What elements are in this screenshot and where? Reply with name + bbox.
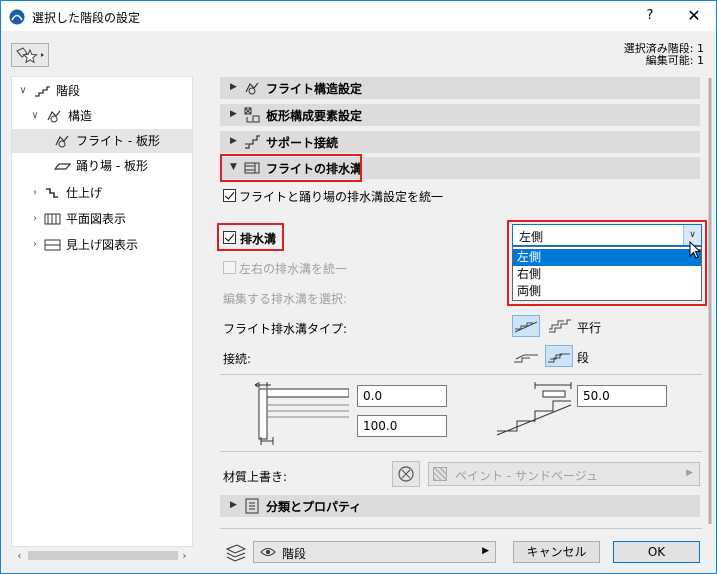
scroll-left-arrow[interactable]: ‹ — [11, 547, 28, 564]
stair-icon — [35, 86, 50, 97]
close-button[interactable]: ✕ — [671, 1, 717, 31]
tree-item-landing-panel[interactable]: 踊り場 - 板形 — [12, 154, 192, 178]
collapsed-arrow-icon: ▶ — [230, 136, 237, 146]
window-title: 選択した階段の設定 — [32, 11, 141, 25]
divider — [220, 451, 702, 452]
drain-type-option-label: 平行 — [577, 321, 602, 335]
structure-icon — [47, 110, 61, 123]
material-select[interactable]: ペイント - サンドベージュ ▶ — [428, 462, 700, 486]
help-button[interactable]: ? — [627, 1, 673, 31]
expand-icon[interactable]: ∨ — [30, 104, 40, 128]
unify-lr-label: 左右の排水溝を統一 — [239, 262, 348, 276]
layer-value: 階段 — [282, 547, 307, 561]
drain-type-label: フライト排水溝タイプ: — [223, 322, 348, 336]
vertical-scrollbar[interactable] — [706, 76, 714, 526]
cancel-button[interactable]: キャンセル — [513, 541, 600, 563]
eye-icon — [260, 548, 276, 556]
tree-item-finish[interactable]: › 仕上げ — [12, 181, 192, 205]
drain-width-input[interactable]: 0.0 — [357, 385, 447, 407]
expand-icon[interactable]: › — [30, 233, 40, 257]
favorites-star-icon — [16, 47, 44, 64]
material-icon — [398, 466, 414, 482]
section-label: 板形構成要素設定 — [266, 109, 363, 123]
divider — [220, 374, 702, 375]
flight-icon — [55, 135, 69, 148]
section-classification[interactable]: ▶ 分類とプロパティ — [220, 495, 700, 517]
material-override-button[interactable] — [392, 461, 420, 487]
tree-item-structure[interactable]: ∨ 構造 — [12, 104, 192, 128]
tree-item-label: 仕上げ — [66, 186, 103, 200]
highlight-box — [220, 154, 362, 182]
material-value: ペイント - サンドベージュ — [455, 469, 598, 483]
selection-info: 選択済み階段: 1 編集可能: 1 — [624, 43, 704, 65]
divider — [220, 528, 702, 529]
title-bar: 選択した階段の設定 ? ✕ — [1, 1, 716, 31]
scroll-right-arrow[interactable]: › — [176, 547, 193, 564]
tree-item-ceiling-display[interactable]: › 見上げ図表示 — [12, 233, 192, 257]
unify-drain-label: フライトと踊り場の排水溝設定を統一 — [239, 190, 444, 204]
editable-count: 編集可能: 1 — [645, 54, 704, 66]
scroll-thumb[interactable] — [28, 551, 178, 560]
landing-icon — [54, 163, 71, 170]
plan-display-icon — [44, 213, 61, 225]
material-label: 材質上書き: — [223, 470, 288, 484]
drain-offset-input[interactable]: 50.0 — [577, 385, 667, 407]
collapsed-arrow-icon: ▶ — [230, 500, 237, 510]
tree-item-label: フライト - 板形 — [76, 134, 160, 148]
settings-tree: ∨ 階段 ∨ 構造 フライト - 板形 踊り場 - 板形 › 仕上げ › 平面図… — [11, 76, 193, 547]
drain-offset-diagram — [496, 382, 572, 436]
tree-item-label: 構造 — [68, 109, 93, 123]
expand-icon[interactable]: › — [30, 207, 40, 231]
collapsed-arrow-icon: ▶ — [230, 109, 237, 119]
section-support[interactable]: ▶ サポート接続 — [220, 131, 700, 153]
tree-item-label: 見上げ図表示 — [66, 238, 139, 252]
section-label: サポート接続 — [266, 136, 339, 150]
section-label: 分類とプロパティ — [266, 500, 362, 514]
tree-item-label: 平面図表示 — [66, 212, 127, 226]
settings-dialog: 選択した階段の設定 ? ✕ 選択済み階段: 1 編集可能: 1 ∨ 階段 ∨ 構… — [0, 0, 717, 574]
section-panel-elements[interactable]: ▶ 板形構成要素設定 — [220, 104, 700, 126]
connection-step-button[interactable] — [545, 345, 573, 367]
tree-item-plan-display[interactable]: › 平面図表示 — [12, 207, 192, 231]
drain-depth-input[interactable]: 100.0 — [357, 415, 447, 437]
layers-icon — [225, 544, 247, 562]
support-icon — [245, 135, 260, 149]
layer-select[interactable]: 階段 ▶ — [253, 541, 496, 563]
tree-item-label: 踊り場 - 板形 — [76, 159, 148, 173]
expand-icon[interactable]: ∨ — [18, 79, 28, 103]
highlight-box — [217, 223, 284, 251]
finish-icon — [46, 188, 58, 198]
unify-drain-checkbox[interactable] — [223, 189, 236, 202]
favorites-button[interactable] — [11, 43, 49, 67]
chevron-right-icon: ▶ — [482, 546, 489, 556]
drain-section-diagram — [254, 382, 349, 445]
tree-item-label: 階段 — [56, 84, 81, 98]
unify-lr-checkbox[interactable] — [223, 261, 236, 274]
chevron-right-icon: ▶ — [686, 468, 693, 478]
connection-step-icon — [548, 353, 570, 363]
parallel-drain-icon[interactable] — [547, 316, 573, 336]
connection-label: 接続: — [223, 352, 252, 366]
connection-option-label: 段 — [577, 351, 590, 365]
drain-type-sloped-button[interactable] — [512, 315, 540, 337]
panel-elements-icon — [244, 107, 260, 123]
sloped-drain-icon — [514, 321, 538, 333]
expand-icon[interactable]: › — [30, 181, 40, 205]
tree-item-stair[interactable]: ∨ 階段 — [12, 79, 192, 103]
connection-flat-icon[interactable] — [512, 346, 540, 366]
classification-icon — [245, 498, 259, 514]
ceiling-display-icon — [44, 239, 61, 251]
section-label: フライト構造設定 — [266, 82, 363, 96]
archicad-app-icon — [9, 9, 25, 25]
collapsed-arrow-icon: ▶ — [230, 82, 237, 92]
highlight-box — [507, 220, 707, 306]
tree-horizontal-scrollbar[interactable]: ‹ › — [11, 547, 193, 564]
flight-structure-icon — [245, 82, 259, 95]
section-flight-structure[interactable]: ▶ フライト構造設定 — [220, 77, 700, 99]
select-drain-label: 編集する排水溝を選択: — [223, 292, 348, 306]
ok-button[interactable]: OK — [613, 541, 700, 563]
tree-item-flight-panel[interactable]: フライト - 板形 — [12, 129, 192, 153]
material-swatch — [433, 467, 447, 481]
